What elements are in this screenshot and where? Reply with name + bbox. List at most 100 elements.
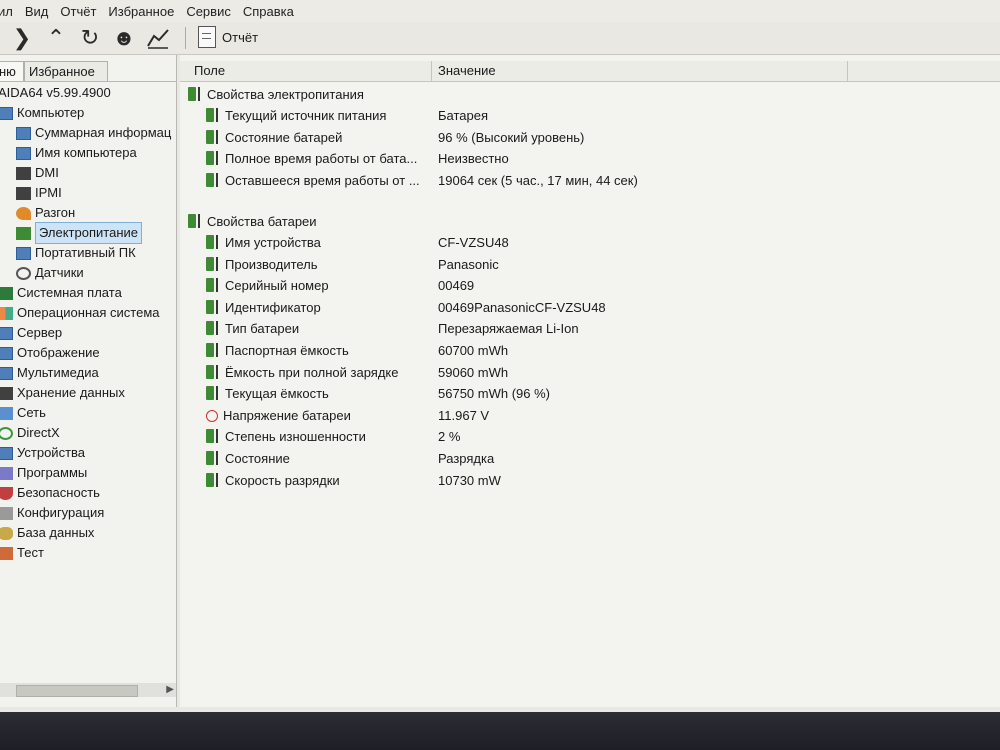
tree-item[interactable]: Устройства bbox=[0, 443, 85, 463]
tree-item[interactable]: Сервер bbox=[0, 323, 62, 343]
menu-file[interactable]: ил bbox=[0, 4, 13, 19]
chip-icon bbox=[16, 166, 31, 180]
property-row[interactable]: Напряжение батареи bbox=[206, 406, 351, 426]
tree-item[interactable]: Хранение данных bbox=[0, 383, 125, 403]
property-row[interactable]: Состояние батарей bbox=[206, 128, 342, 148]
toolbar: ❯ ⌃ ↻ ☻ Отчёт bbox=[0, 22, 1000, 55]
forward-icon[interactable]: ❯ bbox=[10, 26, 34, 50]
property-row[interactable]: Идентификатор bbox=[206, 298, 321, 318]
property-row[interactable]: Ёмкость при полной зарядке bbox=[206, 363, 398, 383]
tree-item[interactable]: Операционная система bbox=[0, 303, 160, 323]
tree-item[interactable]: Системная плата bbox=[0, 283, 122, 303]
tree-item[interactable]: Датчики bbox=[16, 263, 84, 283]
refresh-icon[interactable]: ↻ bbox=[78, 26, 102, 50]
tree-item[interactable]: Компьютер bbox=[0, 103, 84, 123]
section-header[interactable]: Свойства электропитания bbox=[188, 85, 364, 105]
property-row[interactable]: Степень изношенности bbox=[206, 427, 366, 447]
tree-item-label: DMI bbox=[35, 165, 59, 180]
tree-item-label: Мультимедиа bbox=[17, 365, 99, 380]
gauge-icon bbox=[16, 266, 31, 280]
tree-item[interactable]: Программы bbox=[0, 463, 87, 483]
property-row[interactable]: Паспортная ёмкость bbox=[206, 341, 349, 361]
tree-item[interactable]: IPMI bbox=[16, 183, 62, 203]
directx-icon bbox=[0, 426, 13, 440]
property-row[interactable]: Текущий источник питания bbox=[206, 106, 386, 126]
column-header: Поле Значение bbox=[180, 61, 1000, 82]
section-title: Свойства батареи bbox=[207, 214, 317, 229]
property-value: 00469PanasonicCF-VZSU48 bbox=[438, 299, 606, 315]
tree-item-label: Тест bbox=[17, 545, 44, 560]
column-field[interactable]: Поле bbox=[188, 61, 432, 81]
tree-item-label: Суммарная информац bbox=[35, 125, 172, 140]
property-row[interactable]: Скорость разрядки bbox=[206, 471, 340, 491]
property-value: Разрядка bbox=[438, 451, 495, 466]
property-row[interactable]: Состояние bbox=[206, 449, 290, 469]
tab-menu[interactable]: ню bbox=[0, 61, 24, 81]
property-row[interactable]: Полное время работы от бата... bbox=[206, 149, 417, 169]
property-row[interactable]: Текущая ёмкость bbox=[206, 384, 329, 404]
property-row[interactable]: Имя устройства bbox=[206, 233, 321, 253]
property-row[interactable]: Тип батареи bbox=[206, 319, 299, 339]
up-icon[interactable]: ⌃ bbox=[44, 26, 68, 50]
column-value[interactable]: Значение bbox=[432, 61, 848, 81]
network-icon bbox=[0, 406, 13, 420]
plug-icon bbox=[216, 151, 222, 166]
chart-icon[interactable] bbox=[146, 26, 170, 50]
tree-item[interactable]: DirectX bbox=[0, 423, 60, 443]
tree-item[interactable]: Разгон bbox=[16, 203, 75, 223]
property-row[interactable]: Серийный номер bbox=[206, 276, 329, 296]
tree-item-label: Сеть bbox=[17, 405, 46, 420]
tree-item[interactable]: Имя компьютера bbox=[16, 143, 137, 163]
menu-service[interactable]: Сервис bbox=[186, 4, 231, 19]
menu-view[interactable]: Вид bbox=[25, 4, 49, 19]
plug-icon bbox=[216, 129, 222, 144]
fire-icon bbox=[16, 206, 31, 220]
property-field: Скорость разрядки bbox=[225, 472, 340, 488]
property-row[interactable]: Производитель bbox=[206, 255, 318, 275]
battery-icon bbox=[188, 214, 196, 228]
menu-report[interactable]: Отчёт bbox=[60, 4, 96, 19]
scroll-right-icon[interactable]: ▶ bbox=[166, 683, 174, 697]
battery-icon bbox=[206, 278, 214, 293]
tree-item[interactable]: Тест bbox=[0, 543, 44, 563]
section-header[interactable]: Свойства батареи bbox=[188, 212, 317, 232]
battery-icon bbox=[206, 321, 214, 336]
property-value: 11.967 V bbox=[438, 407, 490, 423]
menu-favorites[interactable]: Избранное bbox=[108, 4, 174, 19]
tree-item[interactable]: Электропитание bbox=[16, 222, 142, 244]
tree-item[interactable]: Конфигурация bbox=[0, 503, 104, 523]
tree-item[interactable]: База данных bbox=[0, 523, 94, 543]
menu-help[interactable]: Справка bbox=[243, 4, 294, 19]
tree-item-label: Компьютер bbox=[17, 105, 85, 120]
tree-item[interactable]: Сеть bbox=[0, 403, 46, 423]
tab-favorites[interactable]: Избранное bbox=[24, 61, 108, 81]
property-value: 00469 bbox=[438, 278, 475, 294]
tree-item[interactable]: Портативный ПК bbox=[16, 243, 136, 263]
tree-item[interactable]: Суммарная информац bbox=[16, 123, 171, 143]
scroll-thumb[interactable] bbox=[16, 685, 138, 697]
section-title: Свойства электропитания bbox=[207, 87, 364, 102]
report-button[interactable]: Отчёт bbox=[198, 26, 258, 48]
property-row[interactable]: Оставшееся время работы от ... bbox=[206, 171, 420, 191]
details-panel: Поле Значение Свойства электропитания Тек… bbox=[180, 55, 1000, 707]
tree-item-label: Системная плата bbox=[17, 285, 122, 300]
property-value: 19064 сек (5 час., 17 мин, 44 сек) bbox=[438, 172, 638, 188]
horizontal-scrollbar[interactable]: ▶ bbox=[0, 683, 176, 697]
property-value: 96 % (Высокий уровень) bbox=[438, 129, 585, 145]
tree-item[interactable]: Мультимедиа bbox=[0, 363, 99, 383]
battery-icon bbox=[16, 226, 31, 240]
property-field: Паспортная ёмкость bbox=[225, 343, 349, 358]
battery-icon bbox=[206, 256, 214, 271]
tree-item-label: Устройства bbox=[17, 445, 86, 460]
tree-item[interactable]: Безопасность bbox=[0, 483, 100, 503]
battery-icon bbox=[206, 343, 214, 357]
tree-item[interactable]: Отображение bbox=[0, 343, 100, 363]
tree-item[interactable]: DMI bbox=[16, 163, 59, 183]
property-value: CF-VZSU48 bbox=[438, 235, 509, 250]
property-field: Ёмкость при полной зарядке bbox=[225, 364, 399, 380]
property-field: Полное время работы от бата... bbox=[225, 151, 418, 167]
tree-item-label: Датчики bbox=[35, 265, 84, 280]
user-icon[interactable]: ☻ bbox=[112, 26, 136, 50]
battery-icon bbox=[206, 108, 214, 122]
tree-item[interactable]: AIDA64 v5.99.4900 bbox=[0, 83, 111, 103]
